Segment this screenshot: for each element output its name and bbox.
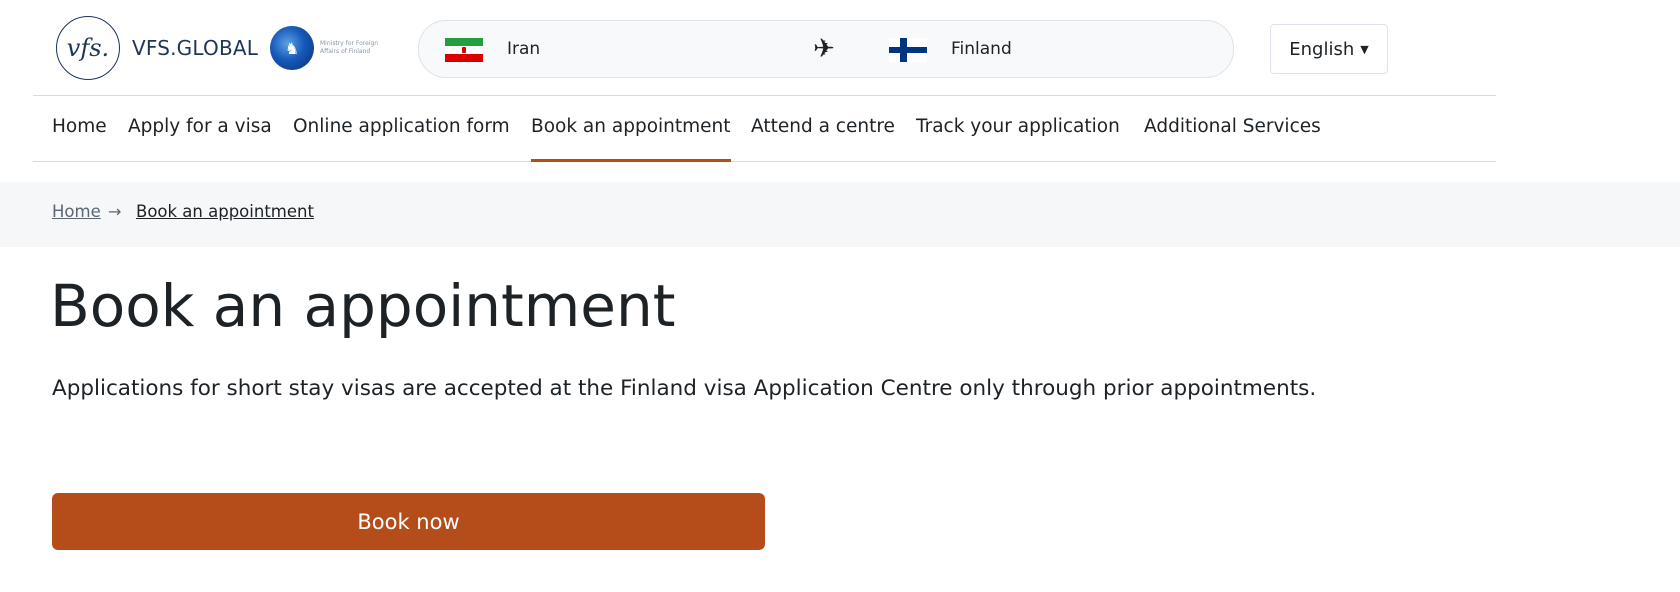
language-selector[interactable]: English ▼ [1270,24,1388,74]
breadcrumb-current[interactable]: Book an appointment [136,202,314,221]
vfs-logo-text: VFS.GLOBAL [132,36,259,60]
finland-flag-icon [889,38,927,62]
nav-home[interactable]: Home [52,96,107,161]
site-header: vfs. VFS.GLOBAL ♞ Ministry for Foreign A… [0,0,1680,96]
ministry-text: Ministry for Foreign Affairs of Finland [320,40,379,55]
language-label: English [1289,38,1355,60]
from-country[interactable]: Iran [507,39,540,59]
book-now-button[interactable]: Book now [52,493,765,550]
nav-track-your-application[interactable]: Track your application [916,96,1120,161]
page-intro: Applications for short stay visas are ac… [52,376,1317,401]
breadcrumb-home-link[interactable]: Home [52,202,101,221]
ministry-logo: ♞ Ministry for Foreign Affairs of Finlan… [270,26,392,70]
plane-icon: ✈ [813,34,835,64]
iran-flag-icon [445,38,483,62]
vfs-logo[interactable]: vfs. VFS.GLOBAL [56,16,258,80]
main-nav: Home Apply for a visa Online application… [33,95,1496,162]
route-selector[interactable]: Iran ✈ Finland [418,20,1234,78]
nav-attend-a-centre[interactable]: Attend a centre [751,96,895,161]
lion-emblem-icon: ♞ [270,26,314,70]
nav-online-application-form[interactable]: Online application form [293,96,510,161]
caret-down-icon: ▼ [1360,42,1369,56]
to-country[interactable]: Finland [951,39,1012,59]
page-title: Book an appointment [50,272,676,340]
arrow-right-icon: → [108,202,122,221]
breadcrumb: Home → Book an appointment [0,182,1680,247]
vfs-logo-mark: vfs. [56,16,120,80]
nav-additional-services[interactable]: Additional Services [1144,96,1321,161]
nav-book-an-appointment[interactable]: Book an appointment [531,96,731,162]
nav-apply-for-a-visa[interactable]: Apply for a visa [128,96,272,161]
